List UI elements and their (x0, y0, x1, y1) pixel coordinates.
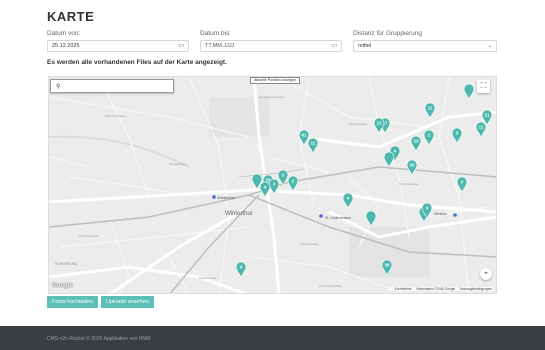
place-label: St. Gallerstrasse (325, 216, 351, 220)
info-text: Es werden alle vorhandenen Files auf der… (47, 59, 227, 66)
map-marker[interactable]: 13 (410, 135, 422, 152)
map-marker[interactable]: 11 (373, 117, 385, 134)
map-marker[interactable]: 3 (451, 127, 463, 144)
map[interactable]: Neuwiesenstrasse Bahnhofstrasse Weststra… (48, 76, 497, 294)
station-icon (453, 213, 457, 217)
map-marker-count: 61 (301, 133, 307, 138)
svg-text:Neuwiesenstrasse: Neuwiesenstrasse (259, 95, 284, 99)
date-from-input[interactable]: 25.12.2025 ▭ (47, 40, 189, 52)
svg-text:Breitestrasse: Breitestrasse (199, 276, 217, 280)
page-title: KARTE (47, 9, 95, 24)
place-label: Winterthur (217, 195, 236, 200)
map-marker[interactable]: 4 (235, 261, 247, 278)
map-marker[interactable] (383, 151, 395, 168)
fullscreen-icon[interactable]: ⛶ (477, 80, 490, 93)
svg-text:Rudolfstrasse: Rudolfstrasse (349, 122, 368, 126)
map-marker-count: 11 (377, 121, 382, 126)
svg-text:Bahnhofstrasse: Bahnhofstrasse (105, 114, 126, 118)
map-pin-icon (365, 210, 377, 227)
map-marker-count: 11 (428, 106, 433, 111)
map-footer: Kurzbefehle Kartendaten ©2026 Google Nut… (388, 287, 494, 291)
current-position-button[interactable]: Aktuelle Position anzeigen (250, 77, 301, 84)
distance-label: Distanz für Gruppierung (353, 30, 423, 37)
terms-link[interactable]: Nutzungsbedingungen (460, 287, 492, 291)
map-background: Neuwiesenstrasse Bahnhofstrasse Weststra… (49, 77, 496, 293)
map-marker-count: 11 (479, 125, 484, 130)
map-marker[interactable]: 11 (307, 137, 319, 154)
place-label: SCHWIESTAL (55, 262, 78, 266)
date-to-label: Datum bis: (200, 30, 232, 37)
date-from-label: Datum von: (47, 30, 81, 37)
show-uploads-button[interactable]: Uploads ansehen (101, 296, 154, 308)
map-marker[interactable] (365, 210, 377, 227)
footer: CMS n2n Rocket © 2026 Applikation von HN… (0, 326, 545, 350)
upload-photos-button[interactable]: Fotos hochladen (47, 296, 98, 308)
keyboard-shortcuts-link[interactable]: Kurzbefehle (394, 287, 411, 291)
date-to-placeholder: TT.MM.JJJJ (205, 43, 235, 49)
search-icon: ⚲ (56, 84, 61, 90)
map-search-input[interactable]: ⚲ (50, 79, 174, 93)
map-marker-count: 33 (409, 163, 415, 168)
svg-text:Grüzefeldstrasse: Grüzefeldstrasse (319, 284, 342, 288)
station-icon (212, 195, 216, 199)
map-marker-count: 13 (413, 139, 419, 144)
calendar-icon[interactable]: ▭ (331, 42, 337, 49)
my-location-icon[interactable]: ⌖ (480, 268, 492, 280)
map-marker-count: 21 (484, 113, 490, 118)
svg-text:Zürcherstrasse: Zürcherstrasse (79, 234, 99, 238)
place-label: Hünikon (434, 212, 447, 216)
map-pin-icon (383, 151, 395, 168)
map-marker[interactable]: 3 (456, 176, 468, 193)
svg-text:Tösstalstrasse: Tösstalstrasse (299, 242, 319, 246)
distance-select[interactable]: mittel ⌄ (353, 40, 497, 52)
map-marker[interactable]: 11 (424, 102, 436, 119)
map-data-text: Kartendaten ©2026 Google (416, 287, 456, 291)
map-pin-icon (463, 83, 475, 100)
calendar-icon[interactable]: ▭ (178, 42, 184, 49)
svg-text:Weststrasse: Weststrasse (169, 162, 186, 166)
map-marker[interactable]: 2 (423, 129, 435, 146)
svg-text:Römerstrasse: Römerstrasse (399, 182, 418, 186)
chevron-down-icon[interactable]: ⌄ (488, 43, 492, 49)
google-logo: Google (52, 283, 73, 289)
map-marker[interactable]: 33 (406, 159, 418, 176)
footer-text: CMS n2n Rocket © 2026 Applikation von HN… (47, 336, 151, 342)
place-label: Winterthur (225, 211, 253, 217)
map-marker[interactable]: 2 (287, 175, 299, 192)
map-marker[interactable] (463, 83, 475, 100)
station-icon (319, 214, 323, 218)
map-marker-count: 39 (384, 263, 390, 268)
date-to-input[interactable]: TT.MM.JJJJ ▭ (200, 40, 342, 52)
distance-selected: mittel (358, 43, 372, 49)
date-from-value: 25.12.2025 (52, 43, 80, 49)
map-marker-count: 11 (311, 141, 316, 146)
map-marker[interactable]: 11 (475, 121, 487, 138)
map-marker[interactable]: 4 (342, 192, 354, 209)
